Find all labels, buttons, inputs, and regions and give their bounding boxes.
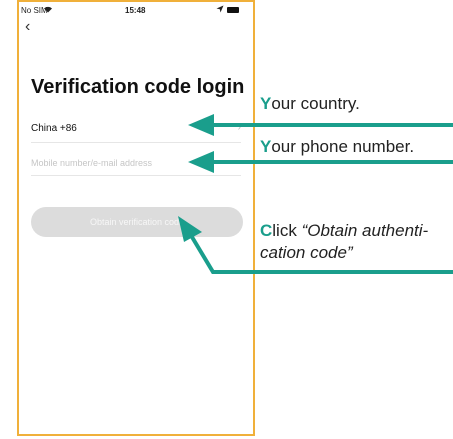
tutorial-canvas: No SIM 15:48 ‹ Verification code login C… — [0, 0, 453, 439]
annotation-arrows — [178, 114, 453, 274]
phone-arrow — [188, 151, 453, 173]
obtain-arrow — [178, 216, 453, 274]
country-arrow — [188, 114, 453, 136]
